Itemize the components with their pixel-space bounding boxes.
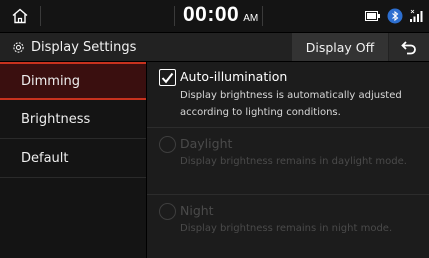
back-arrow-icon xyxy=(401,41,416,55)
sidebar-item-label: Default xyxy=(21,151,69,166)
display-off-button[interactable]: Display Off xyxy=(292,33,388,61)
home-button[interactable] xyxy=(0,0,40,32)
page-title: Display Settings xyxy=(31,39,137,55)
option-description: Display brightness remains in daylight m… xyxy=(180,156,407,167)
title-bar: Display Settings Display Off xyxy=(0,33,429,61)
sidebar-item-label: Dimming xyxy=(21,73,81,89)
gear-icon xyxy=(13,41,24,53)
option-night[interactable]: Night Display brightness remains in nigh… xyxy=(147,196,429,258)
sidebar-item-default[interactable]: Default xyxy=(0,140,146,178)
status-divider xyxy=(40,6,41,26)
back-button[interactable] xyxy=(389,33,429,61)
signal-icon xyxy=(410,9,423,22)
page-title-wrap: Display Settings xyxy=(12,33,136,61)
clock-time: 00:00 xyxy=(183,3,240,26)
option-auto-illumination[interactable]: Auto-illumination Display brightness is … xyxy=(147,62,429,128)
sidebar-item-label: Brightness xyxy=(21,112,91,127)
status-icons xyxy=(365,8,425,24)
status-bar: 00:00 AM xyxy=(0,0,429,32)
battery-icon xyxy=(365,11,380,21)
option-title: Auto-illumination xyxy=(180,69,288,84)
option-description: Display brightness remains in night mode… xyxy=(180,223,393,234)
clock: 00:00 AM xyxy=(183,3,258,31)
home-icon xyxy=(12,8,28,24)
option-title: Night xyxy=(180,203,214,218)
status-divider xyxy=(262,6,263,26)
bluetooth-icon xyxy=(387,8,403,24)
sidebar: Dimming Brightness Default xyxy=(0,62,146,258)
sidebar-item-dimming[interactable]: Dimming xyxy=(0,62,146,100)
options-panel: Auto-illumination Display brightness is … xyxy=(147,62,429,258)
check-icon xyxy=(161,72,174,83)
option-title: Daylight xyxy=(180,136,233,151)
sidebar-item-brightness[interactable]: Brightness xyxy=(0,101,146,139)
option-daylight[interactable]: Daylight Display brightness remains in d… xyxy=(147,129,429,195)
status-divider xyxy=(174,6,175,26)
auto-illumination-checkbox[interactable] xyxy=(159,69,176,86)
daylight-radio[interactable] xyxy=(159,136,176,153)
option-description: Display brightness is automatically adju… xyxy=(180,90,402,118)
night-radio[interactable] xyxy=(159,203,176,220)
clock-ampm: AM xyxy=(243,13,259,24)
